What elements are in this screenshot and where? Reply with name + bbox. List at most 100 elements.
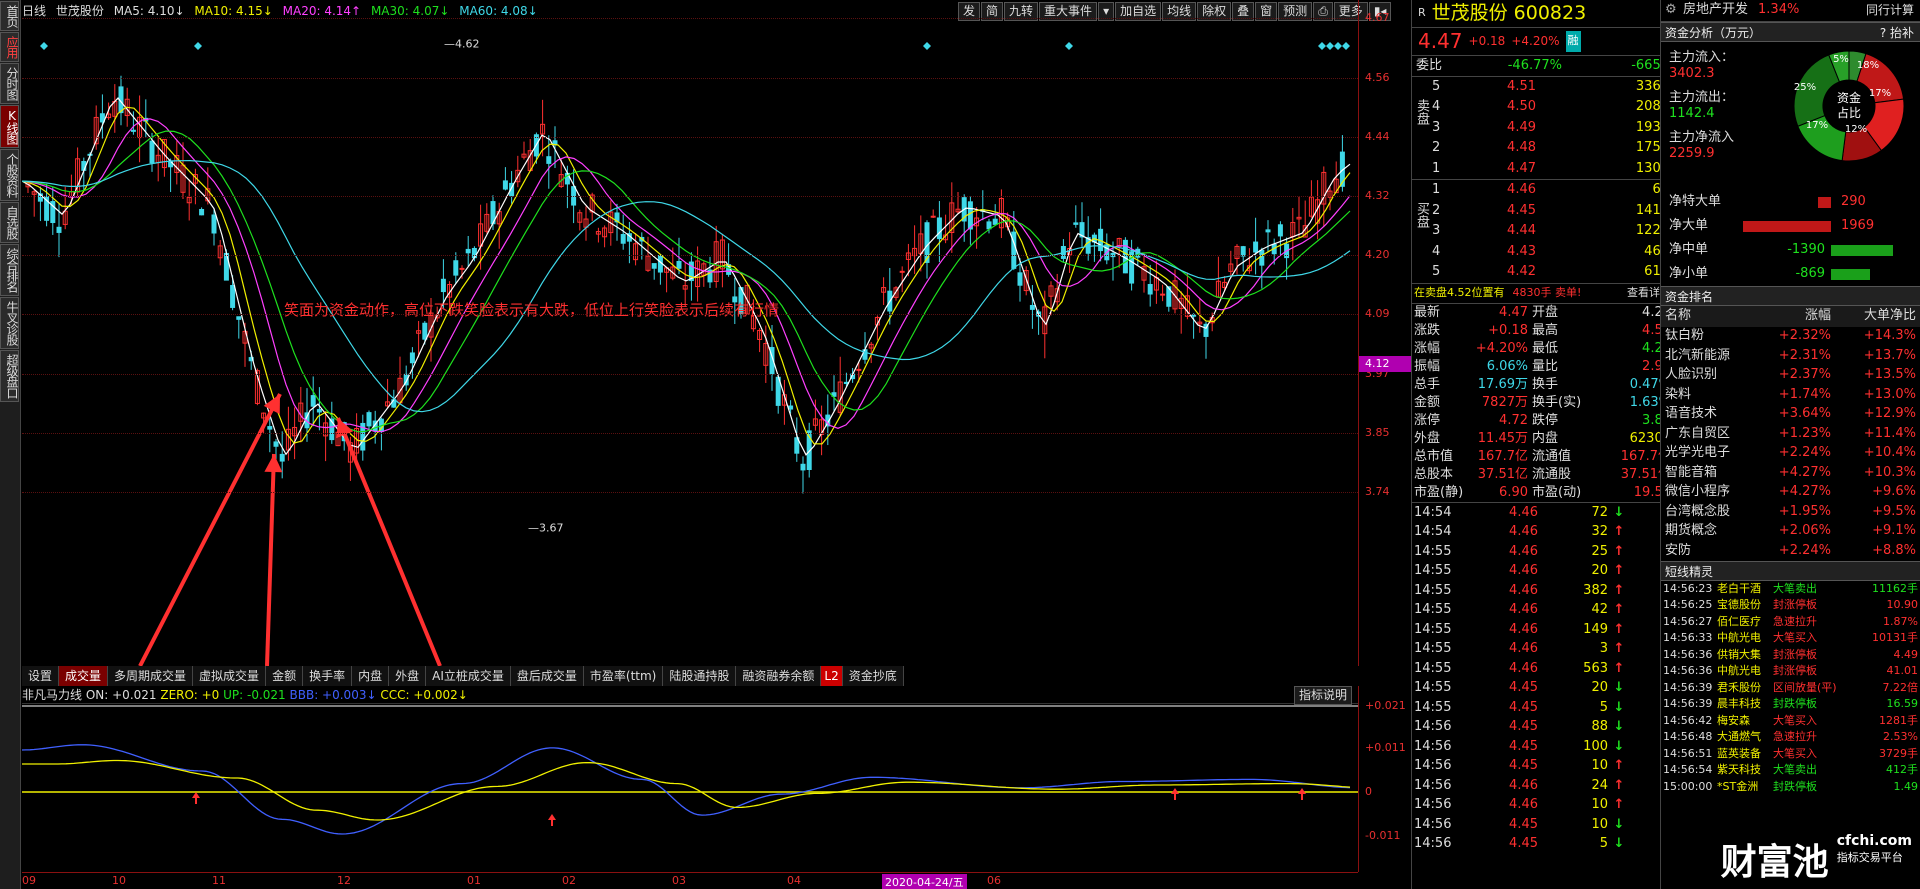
- tab-multi-volume[interactable]: 多周期成交量: [108, 666, 194, 686]
- rank-pct: +2.24%: [1778, 542, 1831, 558]
- stat-label: 金额: [1414, 395, 1441, 410]
- tab-virtual-volume[interactable]: 虚拟成交量: [193, 666, 267, 686]
- candle-body: [502, 180, 508, 190]
- date-tick-label: 2020-04-24/五: [882, 874, 967, 889]
- stat-value: 7827万: [1481, 395, 1528, 410]
- tab-outer[interactable]: 外盘: [389, 666, 427, 686]
- event-marker-icon[interactable]: [1065, 42, 1073, 50]
- tick-row: 14:554.46563↑2: [1412, 659, 1675, 679]
- help-icon[interactable]: ? 抬补: [1880, 23, 1914, 41]
- weibi-value: -6651: [1631, 57, 1669, 73]
- price-tick-label: 4.67: [1365, 11, 1390, 24]
- rank-col-pct[interactable]: 涨幅: [1771, 306, 1831, 327]
- event-marker-icon[interactable]: [1326, 42, 1334, 50]
- rank-row[interactable]: 语音技术 +3.64% +12.9%: [1661, 405, 1920, 425]
- rank-bignet: +9.5%: [1872, 503, 1916, 519]
- stat-label: 振幅: [1414, 359, 1441, 374]
- tab-inner[interactable]: 内盘: [352, 666, 390, 686]
- rank-row[interactable]: 光学光电子 +2.24% +10.4%: [1661, 444, 1920, 464]
- tab-volume[interactable]: 成交量: [59, 666, 109, 686]
- event-marker-icon[interactable]: [194, 42, 202, 50]
- nav-watchlist[interactable]: 自选股: [0, 202, 19, 243]
- tab-margin[interactable]: 融资融券余额: [736, 666, 822, 686]
- tab-after-hours[interactable]: 盘后成交量: [510, 666, 584, 686]
- stat-row: 涨跌 +0.18 最高 4.54: [1412, 322, 1675, 340]
- level-price: 4.51: [1507, 78, 1536, 94]
- book-level: 2 4.45 1414: [1412, 201, 1675, 222]
- rank-col-name[interactable]: 名称: [1661, 306, 1771, 327]
- tab-pe[interactable]: 市盈率(ttm): [583, 666, 664, 686]
- nav-apps[interactable]: 应用: [0, 32, 19, 62]
- peer-calc-link[interactable]: 同行计算: [1866, 0, 1920, 21]
- event-marker-icon[interactable]: [923, 42, 931, 50]
- event-marker-icon[interactable]: [1318, 42, 1326, 50]
- event-marker-icon[interactable]: [1342, 42, 1350, 50]
- tick-price: 4.46: [1509, 582, 1538, 598]
- candle-body: [465, 248, 471, 254]
- tick-time: 14:55: [1414, 680, 1452, 695]
- kline-chart[interactable]: —4.62 —3.67: [22, 22, 1358, 666]
- tick-time: 14:55: [1414, 563, 1452, 578]
- tick-time: 14:54: [1414, 524, 1452, 539]
- level-volume: 2086: [1635, 99, 1669, 114]
- tab-settings[interactable]: 设置: [22, 666, 60, 686]
- period-label: 日线: [22, 4, 47, 18]
- rank-row[interactable]: 北汽新能源 +2.31% +13.7%: [1661, 346, 1920, 366]
- candle-body: [199, 208, 205, 216]
- tab-amount[interactable]: 金额: [266, 666, 304, 686]
- rank-row[interactable]: 台湾概念股 +1.95% +9.5%: [1661, 502, 1920, 522]
- sprite-row[interactable]: 15:00:00 *ST金洲 封跌停板 1.49: [1661, 779, 1920, 796]
- candle-body: [279, 453, 285, 462]
- candle-body: [967, 201, 973, 230]
- pie-center-label: 资金: [1837, 90, 1861, 105]
- indicator-chart[interactable]: [22, 704, 1358, 872]
- candle-body: [267, 426, 273, 430]
- tick-volume: 5: [1599, 836, 1608, 851]
- stat-row: 总股本 37.51亿 流通股 37.51亿: [1412, 466, 1675, 484]
- candle-body: [453, 260, 459, 276]
- tick-direction-icon: ↑: [1613, 563, 1625, 578]
- grid-line: [22, 255, 1358, 256]
- sprite-list: 14:56:23 老白干酒 大笔卖出 11162手 14:56:25 宝德股份 封涨停板 10…: [1661, 581, 1920, 796]
- rank-row[interactable]: 安防 +2.24% +8.8%: [1661, 541, 1920, 561]
- rank-bignet: +9.1%: [1872, 523, 1916, 538]
- level-index: 2: [1432, 140, 1441, 155]
- event-marker-icon[interactable]: [40, 42, 48, 50]
- tab-bottom-fishing[interactable]: 资金抄底: [842, 666, 904, 686]
- stat-row: 涨停 4.72 跌停 3.86: [1412, 412, 1675, 430]
- rank-row[interactable]: 钛白粉 +2.32% +14.3%: [1661, 327, 1920, 347]
- rank-bignet: +10.3%: [1863, 464, 1916, 480]
- event-marker-icon[interactable]: [1334, 42, 1342, 50]
- rank-row[interactable]: 微信小程序 +4.27% +9.6%: [1661, 483, 1920, 503]
- nav-kline[interactable]: K线图: [0, 105, 19, 148]
- rank-col-bignet[interactable]: 大单净比: [1831, 306, 1920, 327]
- level-index: 2: [1432, 202, 1441, 218]
- tick-direction-icon: ↑: [1613, 621, 1625, 637]
- tick-price: 4.45: [1509, 738, 1538, 754]
- rank-row[interactable]: 广东自贸区 +1.23% +11.4%: [1661, 424, 1920, 444]
- tab-northbound[interactable]: 陆股通持股: [663, 666, 737, 686]
- nav-diagnose[interactable]: 牛叉诊股: [0, 297, 19, 349]
- tick-time: 14:54: [1414, 504, 1452, 520]
- tab-ai-volume[interactable]: AI立桩成交量: [426, 666, 511, 686]
- nav-home[interactable]: 首页: [0, 1, 19, 31]
- gear-icon[interactable]: ⚙: [1661, 0, 1679, 21]
- tick-time: 14:55: [1414, 582, 1452, 598]
- indicator-explain-button[interactable]: 指标说明: [1294, 686, 1353, 705]
- rank-row[interactable]: 智能音箱 +4.27% +10.3%: [1661, 463, 1920, 483]
- tick-volume: 42: [1591, 602, 1608, 617]
- nav-ranking[interactable]: 综合排名: [0, 244, 19, 296]
- tab-turnover[interactable]: 换手率: [303, 666, 353, 686]
- net-bar-row: 净特大单 290: [1661, 190, 1920, 214]
- stat-row: 涨幅 +4.20% 最低 4.28: [1412, 340, 1675, 358]
- l2-badge[interactable]: L2: [821, 666, 843, 686]
- nav-timeshare[interactable]: 分时图: [0, 63, 19, 104]
- rank-row[interactable]: 人脸识别 +2.37% +13.5%: [1661, 366, 1920, 386]
- nav-stock-info[interactable]: 个股资料: [0, 149, 19, 201]
- nav-super-quote[interactable]: 超级盘口: [0, 350, 19, 402]
- rank-row[interactable]: 染料 +1.74% +13.0%: [1661, 385, 1920, 405]
- indicator-on: ON: +0.021: [85, 688, 157, 702]
- rank-row[interactable]: 期货概念 +2.06% +9.1%: [1661, 522, 1920, 542]
- tick-row: 14:544.4632↑2: [1412, 523, 1675, 543]
- rank-pct: +1.95%: [1778, 503, 1831, 519]
